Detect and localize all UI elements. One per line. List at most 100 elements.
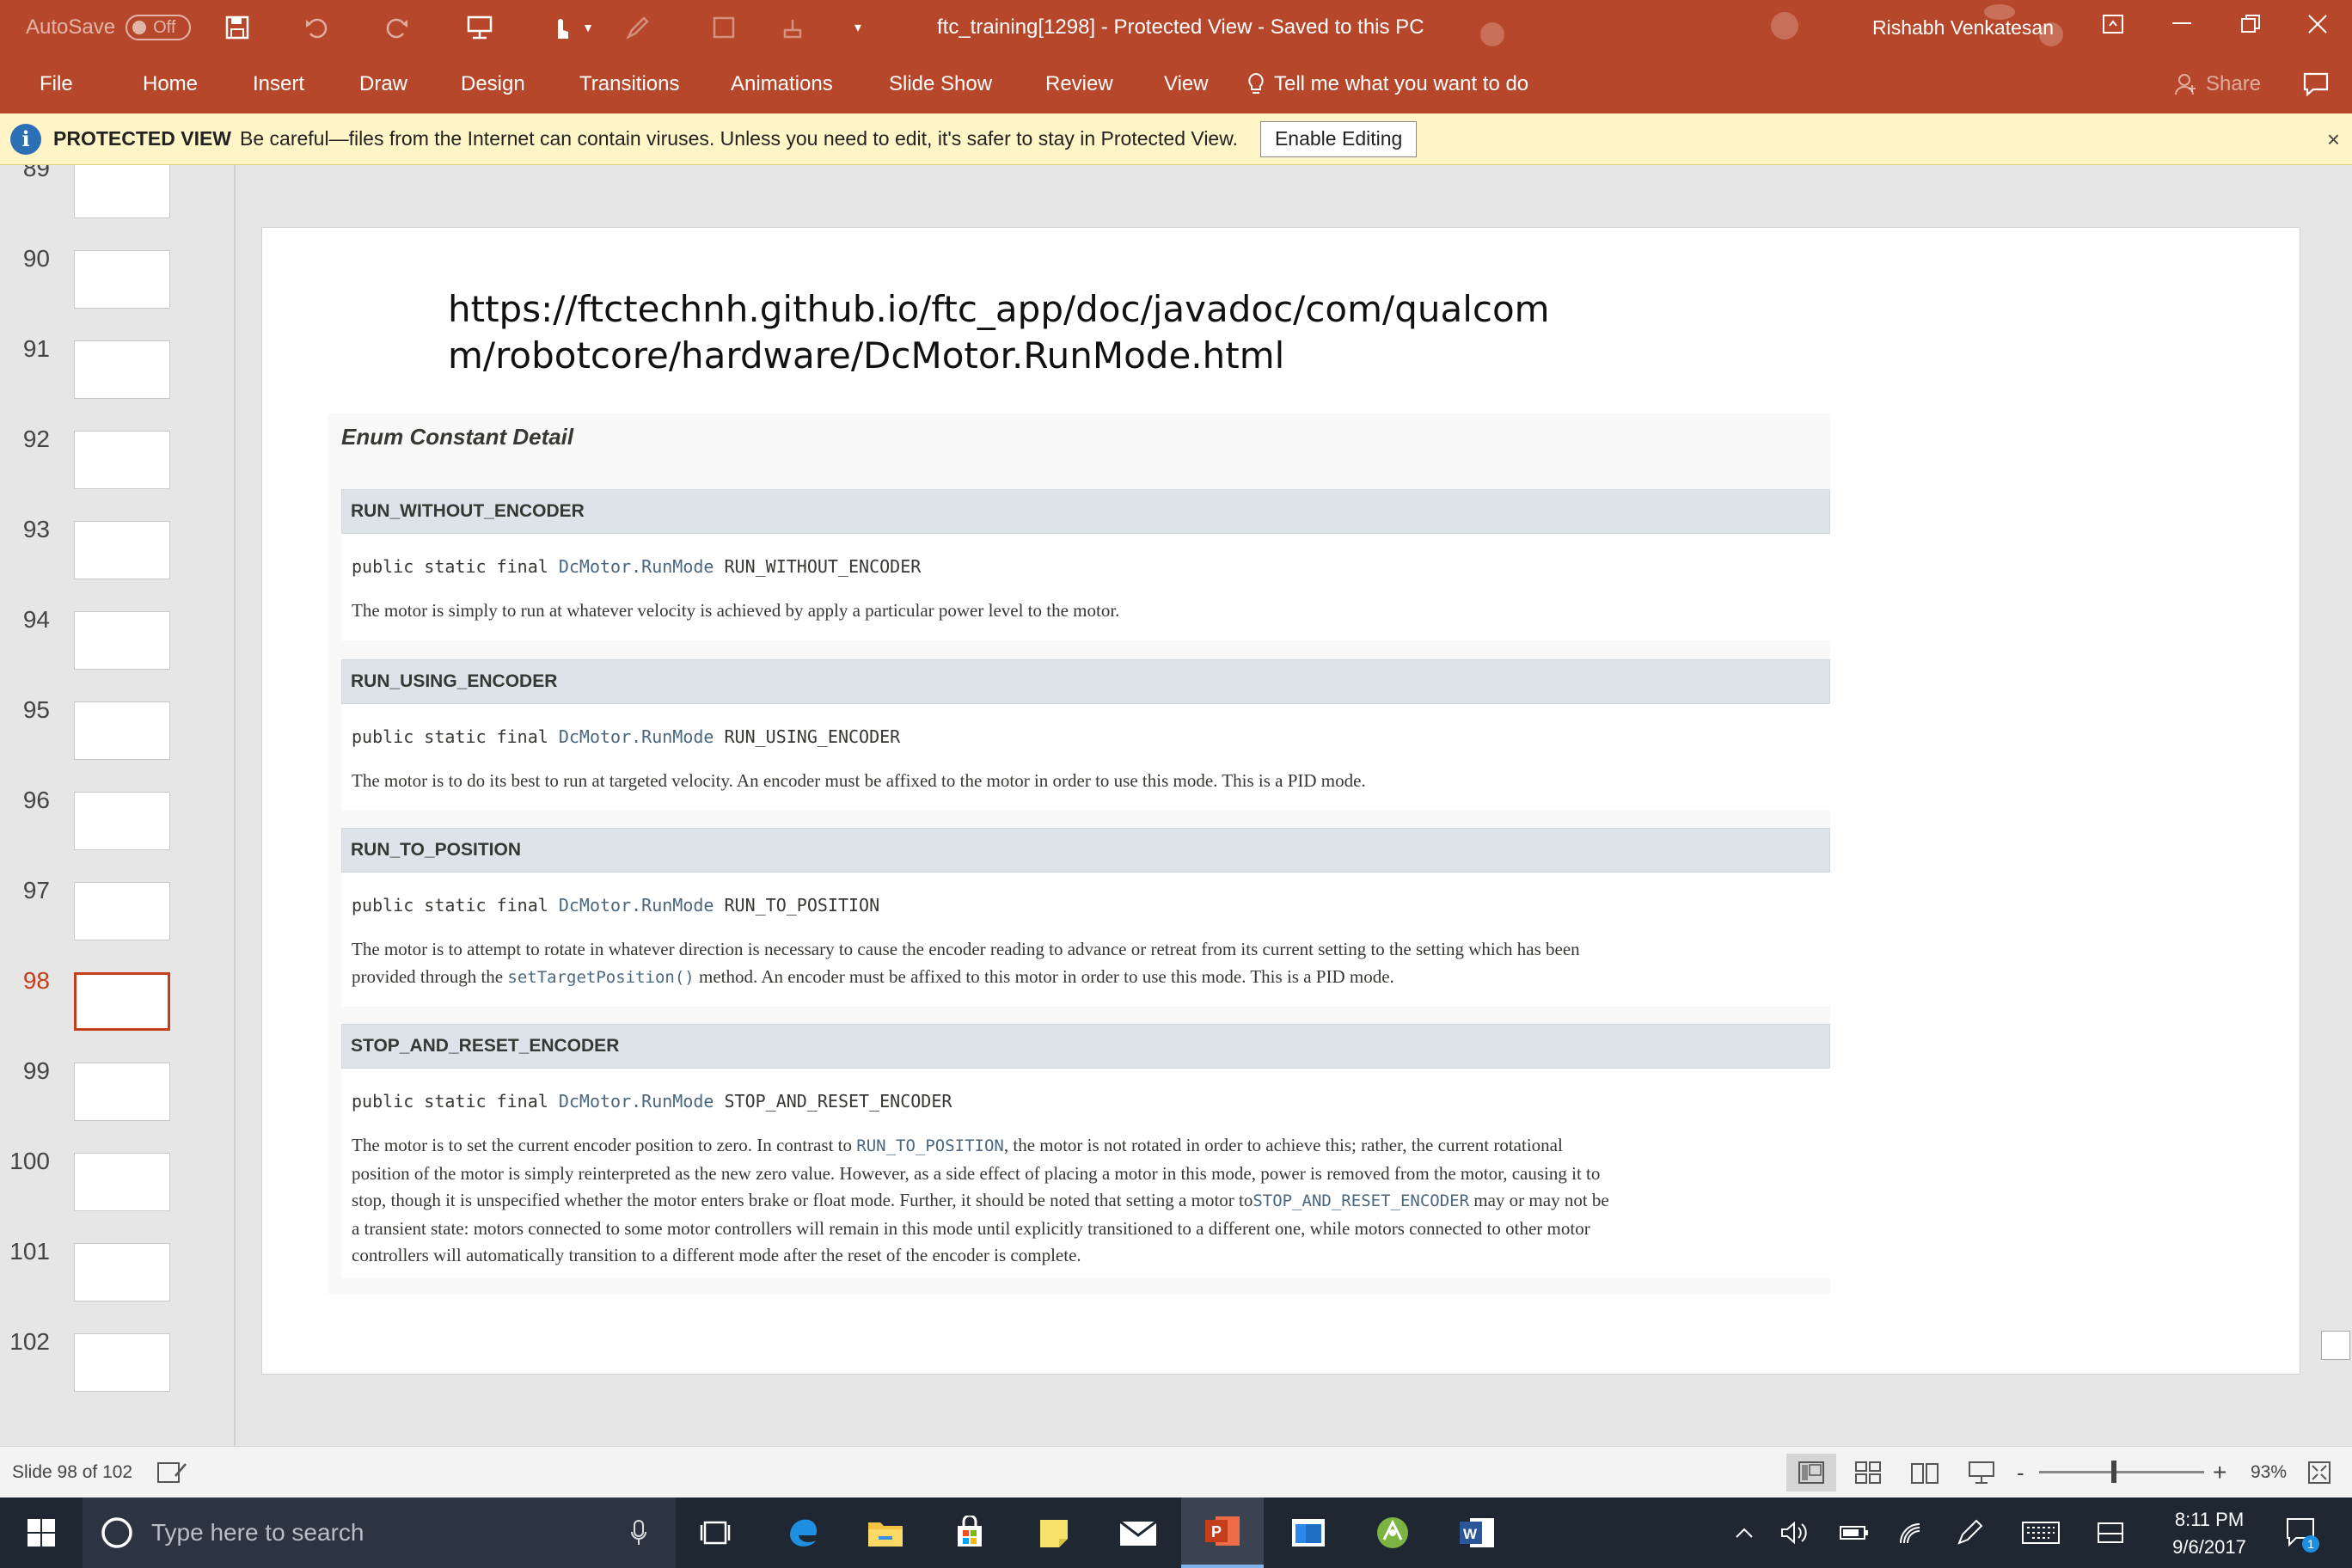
thumbnail-preview[interactable] bbox=[74, 1243, 170, 1302]
thumbnail-slide-90[interactable]: 90 bbox=[0, 245, 234, 335]
thumbnail-slide-102[interactable]: 102 bbox=[0, 1328, 234, 1418]
thumbnail-slide-93[interactable]: 93 bbox=[0, 516, 234, 606]
microphone-icon[interactable] bbox=[631, 1520, 646, 1546]
notes-icon[interactable] bbox=[156, 1447, 187, 1498]
tab-animations[interactable]: Animations bbox=[731, 55, 833, 113]
edge-browser-icon[interactable] bbox=[762, 1498, 844, 1568]
thumbnail-slide-98-current[interactable]: 98 bbox=[0, 967, 234, 1057]
thumbnail-preview[interactable] bbox=[74, 521, 170, 579]
comments-icon[interactable] bbox=[2297, 65, 2335, 103]
thumbnail-preview[interactable] bbox=[74, 1153, 170, 1211]
tab-review[interactable]: Review bbox=[1045, 55, 1113, 113]
reading-view-icon[interactable] bbox=[1900, 1454, 1950, 1491]
thumbnail-preview[interactable] bbox=[74, 701, 170, 760]
thumbnail-number: 102 bbox=[9, 1328, 50, 1355]
fit-to-window-icon[interactable] bbox=[2307, 1447, 2331, 1498]
battery-icon[interactable] bbox=[1834, 1498, 1874, 1568]
thumbnail-preview[interactable] bbox=[74, 250, 170, 309]
tab-home[interactable]: Home bbox=[143, 55, 198, 113]
thumbnail-slide-92[interactable]: 92 bbox=[0, 426, 234, 516]
slide-thumbnail-pane[interactable]: 89 90 91 92 93 94 95 96 97 98 99 100 101… bbox=[0, 165, 236, 1446]
sticky-notes-icon[interactable] bbox=[1013, 1498, 1095, 1568]
zoom-in-button[interactable]: + bbox=[2213, 1447, 2226, 1498]
thumbnail-preview[interactable] bbox=[74, 792, 170, 850]
chevron-down-icon[interactable]: ▼ bbox=[578, 9, 598, 46]
tablet-mode-icon[interactable] bbox=[2091, 1498, 2130, 1568]
mail-icon[interactable] bbox=[1097, 1498, 1179, 1568]
scroll-handle[interactable] bbox=[2321, 1331, 2350, 1360]
tab-view[interactable]: View bbox=[1164, 55, 1209, 113]
thumbnail-slide-97[interactable]: 97 bbox=[0, 877, 234, 967]
normal-view-icon[interactable] bbox=[1786, 1454, 1836, 1491]
desc-line: position of the motor is simply reinterp… bbox=[352, 1162, 1601, 1184]
close-icon[interactable]: × bbox=[2327, 113, 2340, 165]
slide-canvas[interactable]: https://ftctechnh.github.io/ftc_app/doc/… bbox=[261, 227, 2300, 1375]
person-icon bbox=[2175, 74, 2196, 95]
thumbnail-slide-101[interactable]: 101 bbox=[0, 1238, 234, 1328]
save-icon[interactable] bbox=[218, 9, 256, 46]
zoom-slider-thumb[interactable] bbox=[2111, 1461, 2116, 1483]
blue-app-icon[interactable] bbox=[1267, 1498, 1350, 1568]
thumbnail-slide-89[interactable]: 89 bbox=[0, 165, 234, 245]
thumbnail-preview[interactable] bbox=[74, 611, 170, 670]
autosave[interactable]: AutoSave Off bbox=[26, 0, 192, 55]
pen-workspace-icon[interactable] bbox=[1950, 1498, 1989, 1568]
customize-toolbar-icon[interactable]: ▾ bbox=[839, 9, 877, 46]
thumbnail-slide-100[interactable]: 100 bbox=[0, 1148, 234, 1238]
close-window-icon[interactable] bbox=[2283, 0, 2352, 48]
autosave-toggle[interactable]: Off bbox=[126, 15, 192, 40]
show-hidden-icons-chevron-icon[interactable] bbox=[1724, 1498, 1764, 1568]
tab-file[interactable]: File bbox=[40, 55, 73, 113]
store-icon[interactable] bbox=[928, 1498, 1011, 1568]
thumbnail-slide-99[interactable]: 99 bbox=[0, 1057, 234, 1148]
tab-transitions[interactable]: Transitions bbox=[579, 55, 679, 113]
thumbnail-preview[interactable] bbox=[74, 340, 170, 399]
ribbon-display-options-icon[interactable] bbox=[2079, 0, 2147, 48]
tab-insert[interactable]: Insert bbox=[253, 55, 304, 113]
shapes-icon[interactable] bbox=[705, 9, 743, 46]
zoom-slider-track[interactable] bbox=[2039, 1471, 2204, 1473]
slide-sorter-icon[interactable] bbox=[1843, 1454, 1893, 1491]
powerpoint-icon[interactable]: P bbox=[1181, 1498, 1264, 1568]
touch-keyboard-icon[interactable] bbox=[2018, 1498, 2063, 1568]
taskbar-clock[interactable]: 8:11 PM 9/6/2017 bbox=[2149, 1506, 2269, 1561]
touch-mode-icon[interactable] bbox=[542, 9, 579, 46]
thumbnail-slide-94[interactable]: 94 bbox=[0, 606, 234, 696]
android-studio-icon[interactable] bbox=[1351, 1498, 1434, 1568]
redo-icon[interactable] bbox=[378, 9, 416, 46]
windows-start-icon[interactable] bbox=[0, 1498, 83, 1568]
thumbnail-preview[interactable] bbox=[74, 165, 170, 218]
draw-icon[interactable] bbox=[619, 9, 657, 46]
restore-icon[interactable] bbox=[2216, 0, 2285, 48]
slide-url-text[interactable]: https://ftctechnh.github.io/ftc_app/doc/… bbox=[448, 286, 1550, 379]
action-center-icon[interactable]: 1 bbox=[2276, 1498, 2328, 1568]
thumbnail-preview[interactable] bbox=[74, 1063, 170, 1121]
zoom-out-button[interactable]: - bbox=[2017, 1447, 2024, 1498]
taskbar-search-box[interactable]: Type here to search bbox=[83, 1498, 676, 1568]
slideshow-view-icon[interactable] bbox=[1957, 1454, 2006, 1491]
zoom-level[interactable]: 93% bbox=[2251, 1447, 2287, 1498]
tell-me-search[interactable]: Tell me what you want to do bbox=[1246, 55, 1528, 113]
tab-slide-show[interactable]: Slide Show bbox=[889, 55, 992, 113]
enable-editing-button[interactable]: Enable Editing bbox=[1259, 120, 1418, 157]
task-view-icon[interactable] bbox=[674, 1498, 756, 1568]
share-button[interactable]: Share bbox=[2175, 55, 2261, 113]
thumbnail-preview[interactable] bbox=[74, 431, 170, 489]
user-name[interactable]: Rishabh Venkatesan bbox=[1872, 0, 2054, 55]
thumbnail-slide-95[interactable]: 95 bbox=[0, 696, 234, 787]
word-icon[interactable]: W bbox=[1436, 1498, 1518, 1568]
file-explorer-icon[interactable] bbox=[844, 1498, 927, 1568]
undo-icon[interactable] bbox=[297, 9, 335, 46]
start-slideshow-icon[interactable] bbox=[461, 9, 499, 46]
volume-icon[interactable] bbox=[1774, 1498, 1814, 1568]
thumbnail-preview[interactable] bbox=[74, 882, 170, 940]
tab-design[interactable]: Design bbox=[461, 55, 525, 113]
format-painter-icon[interactable] bbox=[774, 9, 812, 46]
thumbnail-slide-91[interactable]: 91 bbox=[0, 335, 234, 426]
thumbnail-slide-96[interactable]: 96 bbox=[0, 787, 234, 877]
thumbnail-preview[interactable] bbox=[74, 972, 170, 1031]
minimize-icon[interactable] bbox=[2147, 0, 2216, 48]
tab-draw[interactable]: Draw bbox=[359, 55, 407, 113]
thumbnail-preview[interactable] bbox=[74, 1333, 170, 1392]
wifi-icon[interactable] bbox=[1891, 1498, 1931, 1568]
